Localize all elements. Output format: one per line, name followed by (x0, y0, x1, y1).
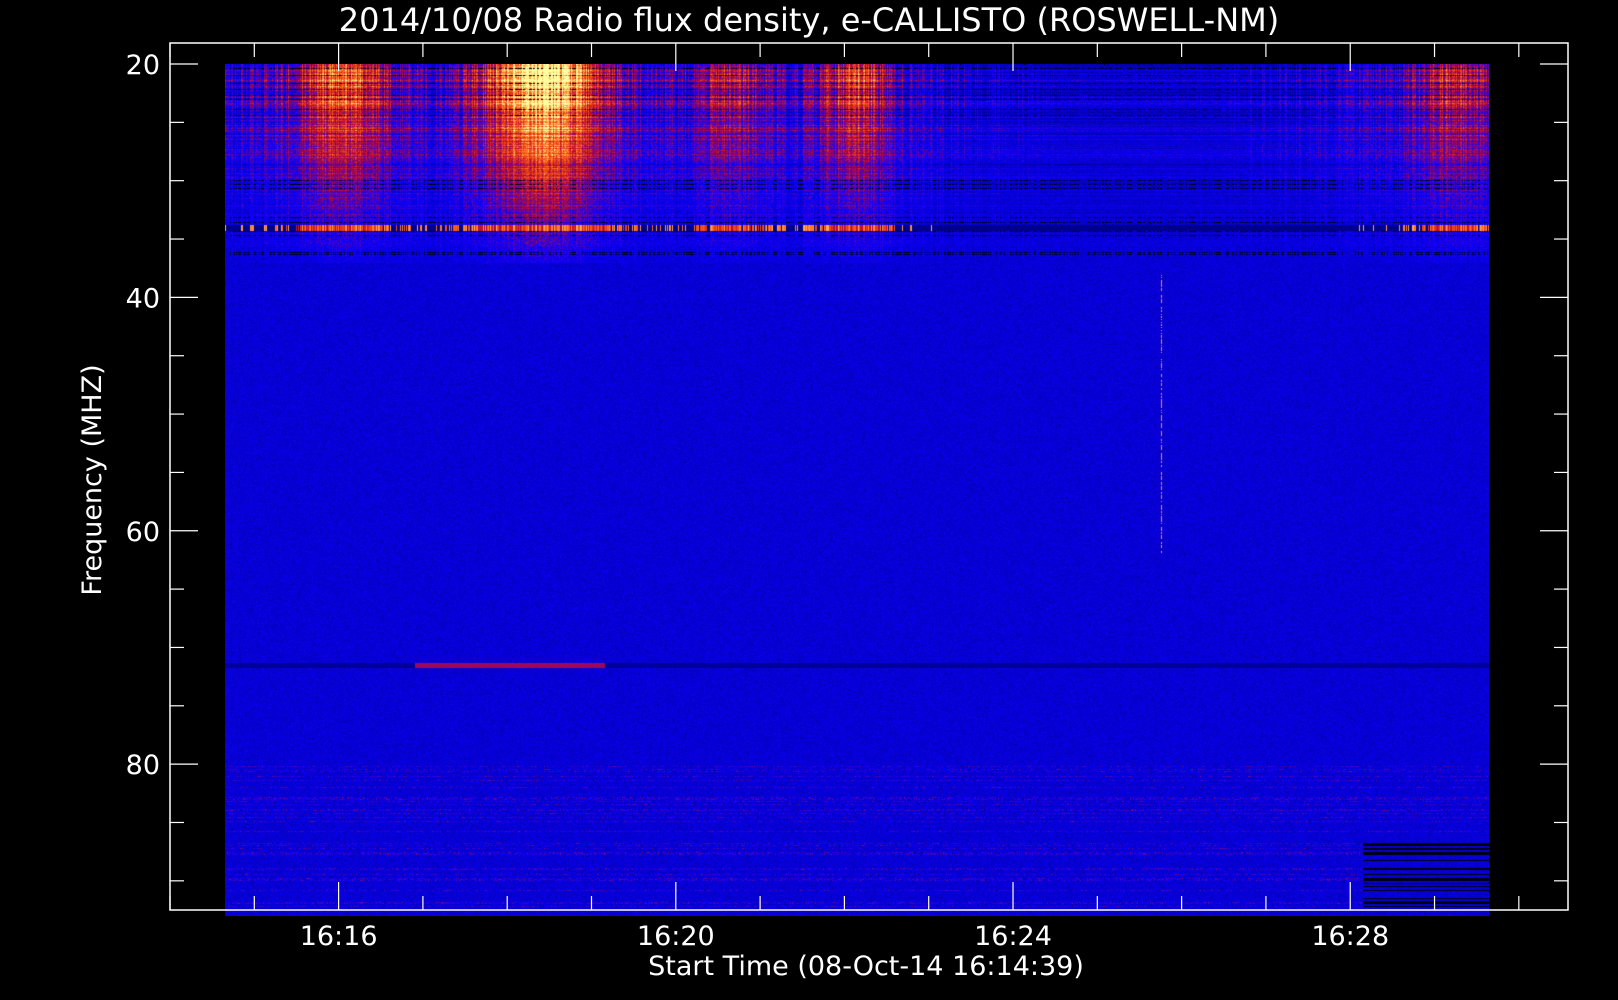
x-tick-label: 16:20 (637, 921, 715, 952)
x-tick-label: 16:24 (974, 921, 1052, 952)
chart-title: 2014/10/08 Radio flux density, e-CALLIST… (339, 1, 1279, 39)
x-tick-label: 16:28 (1311, 921, 1389, 952)
y-tick-label: 80 (126, 750, 160, 781)
x-tick-label: 16:16 (300, 921, 378, 952)
spectrogram-chart: 2014/10/08 Radio flux density, e-CALLIST… (0, 0, 1618, 1000)
y-tick-label: 60 (126, 517, 160, 548)
y-tick-label: 40 (126, 283, 160, 314)
spectrogram-heatmap (225, 64, 1489, 916)
y-axis-label: Frequency (MHZ) (77, 364, 108, 595)
spectrogram-image (225, 64, 1489, 916)
y-tick-label: 20 (126, 50, 160, 81)
x-axis-label: Start Time (08-Oct-14 16:14:39) (648, 951, 1084, 982)
